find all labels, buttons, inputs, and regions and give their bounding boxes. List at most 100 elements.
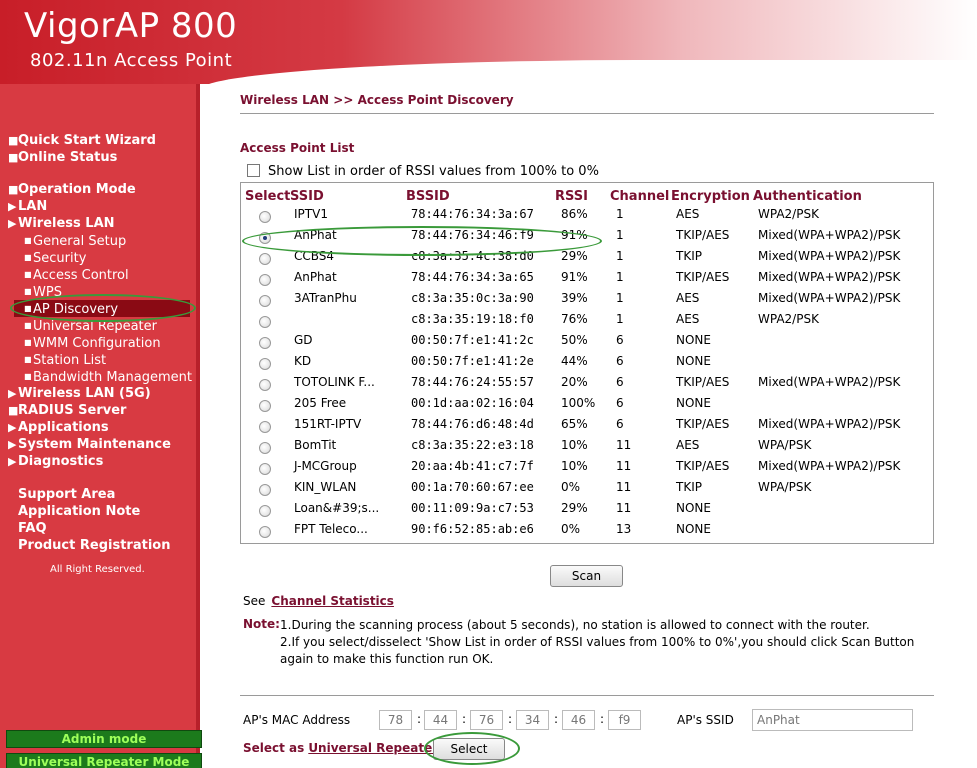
scan-button[interactable]: Scan: [550, 565, 623, 587]
table-row[interactable]: J-MCGroup 20:aa:4b:41:c7:7f 10% 11 TKIP/AES M…: [241, 459, 933, 480]
channel-statistics-link[interactable]: Channel Statistics: [271, 594, 394, 608]
ap-ssid-field[interactable]: AnPhat: [752, 709, 913, 731]
sidebar-item-applications[interactable]: ▶ Applications: [8, 419, 198, 436]
sidebar-item-online-status[interactable]: ■Online Status: [8, 149, 198, 166]
sidebar-item-label: Online Status: [18, 150, 118, 165]
sidebar-item-radius-server[interactable]: ■RADIUS Server: [8, 402, 198, 419]
encryption-cell: TKIP/AES: [676, 228, 730, 242]
ssid-cell: 151RT-IPTV: [294, 417, 362, 431]
bullet-icon: ■: [24, 287, 32, 296]
mac-octet-3[interactable]: 76: [470, 710, 503, 730]
sidebar-item-lan[interactable]: ▶ LAN: [8, 198, 198, 215]
header-swoosh: [200, 60, 977, 84]
channel-cell: 11: [616, 501, 632, 515]
rssi-cell: 0%: [561, 522, 581, 536]
select-radio[interactable]: [259, 274, 271, 286]
mac-octet-1[interactable]: 78: [379, 710, 412, 730]
encryption-cell: TKIP: [676, 249, 702, 263]
rssi-cell: 50%: [561, 333, 588, 347]
ssid-cell: IPTV1: [294, 207, 328, 221]
select-radio[interactable]: [259, 232, 271, 244]
table-row[interactable]: CCBS4 c8:3a:35:4c:38:d0 29% 1 TKIP Mixed(WPA+…: [241, 249, 933, 270]
encryption-cell: TKIP/AES: [676, 417, 730, 431]
application-note-link[interactable]: Application Note: [18, 503, 170, 520]
bullet-icon: ■: [24, 270, 32, 279]
bssid-cell: 78:44:76:34:46:f9: [411, 228, 534, 242]
universal-repeater-link[interactable]: Universal Repeater: [308, 741, 438, 755]
select-radio[interactable]: [259, 400, 271, 412]
table-row[interactable]: GD 00:50:7f:e1:41:2c 50% 6 NONE: [241, 333, 933, 354]
channel-cell: 11: [616, 459, 632, 473]
breadcrumb-divider: [240, 113, 934, 114]
sidebar-subitem-label: Bandwidth Management: [33, 370, 192, 385]
bullet-icon: ■: [24, 304, 32, 313]
ssid-cell: 3ATranPhu: [294, 291, 357, 305]
nav-group-2: ■Operation Mode ▶ LAN ▶ Wireless LAN ■Gene…: [8, 181, 198, 470]
channel-cell: 6: [616, 417, 624, 431]
sidebar-item-system-maintenance[interactable]: ▶ System Maintenance: [8, 436, 198, 453]
mac-octet-6[interactable]: f9: [608, 710, 641, 730]
note-line-1: 1.During the scanning process (about 5 s…: [280, 618, 870, 632]
select-radio[interactable]: [259, 358, 271, 370]
table-row[interactable]: IPTV1 78:44:76:34:3a:67 86% 1 AES WPA2/PSK: [241, 207, 933, 228]
sidebar-subitem-security[interactable]: ■Security: [8, 249, 198, 266]
select-radio[interactable]: [259, 379, 271, 391]
table-row[interactable]: KIN_WLAN 00:1a:70:60:67:ee 0% 11 TKIP WPA/PSK: [241, 480, 933, 501]
mac-octet-2[interactable]: 44: [424, 710, 457, 730]
select-radio[interactable]: [259, 421, 271, 433]
table-row[interactable]: FPT Teleco... 90:f6:52:85:ab:e6 0% 13 NONE: [241, 522, 933, 543]
ssid-cell: KD: [294, 354, 312, 368]
mac-octet-5[interactable]: 46: [562, 710, 595, 730]
authentication-cell: Mixed(WPA+WPA2)/PSK: [758, 459, 901, 473]
table-row[interactable]: KD 00:50:7f:e1:41:2e 44% 6 NONE: [241, 354, 933, 375]
select-radio[interactable]: [259, 505, 271, 517]
checkbox-icon[interactable]: [247, 164, 260, 177]
sidebar-item-label: Quick Start Wizard: [18, 133, 156, 148]
select-radio[interactable]: [259, 316, 271, 328]
sidebar-subitem-universal-repeater[interactable]: ■Universal Repeater: [8, 317, 198, 334]
product-registration-link[interactable]: Product Registration: [18, 537, 170, 554]
sidebar-item-wireless-lan[interactable]: ▶ Wireless LAN: [8, 215, 198, 232]
encryption-cell: AES: [676, 312, 700, 326]
bssid-cell: c8:3a:35:22:e3:18: [411, 438, 534, 452]
select-radio[interactable]: [259, 463, 271, 475]
rssi-order-checkbox[interactable]: Show List in order of RSSI values from 1…: [247, 164, 599, 179]
select-radio[interactable]: [259, 442, 271, 454]
select-radio[interactable]: [259, 295, 271, 307]
table-row[interactable]: 3ATranPhu c8:3a:35:0c:3a:90 39% 1 AES Mixed(W…: [241, 291, 933, 312]
sidebar-item-wireless-lan-5g[interactable]: ▶ Wireless LAN (5G): [8, 385, 198, 402]
table-row[interactable]: TOTOLINK F... 78:44:76:24:55:57 20% 6 TKIP/A…: [241, 375, 933, 396]
encryption-cell: NONE: [676, 333, 711, 347]
table-row[interactable]: BomTit c8:3a:35:22:e3:18 10% 11 AES WPA/PSK: [241, 438, 933, 459]
sidebar-subitem-general-setup[interactable]: ■General Setup: [8, 232, 198, 249]
sidebar-item-diagnostics[interactable]: ▶ Diagnostics: [8, 453, 198, 470]
sidebar-subitem-wmm-configuration[interactable]: ■WMM Configuration: [8, 334, 198, 351]
rssi-cell: 65%: [561, 417, 588, 431]
sidebar-subitem-ap-discovery[interactable]: ■AP Discovery: [14, 300, 190, 317]
sidebar-item-operation-mode[interactable]: ■Operation Mode: [8, 181, 198, 198]
sidebar-item-quick-start-wizard[interactable]: ■Quick Start Wizard: [8, 132, 198, 149]
table-row[interactable]: Loan&#39;s... 00:11:09:9a:c7:53 29% 11 NONE: [241, 501, 933, 522]
sidebar-subitem-station-list[interactable]: ■Station List: [8, 351, 198, 368]
sidebar-subitem-bandwidth-management[interactable]: ■Bandwidth Management: [8, 368, 198, 385]
bssid-cell: 00:1a:70:60:67:ee: [411, 480, 534, 494]
mac-octet-4[interactable]: 34: [516, 710, 549, 730]
select-radio[interactable]: [259, 253, 271, 265]
select-as-prefix: Select as: [243, 741, 305, 755]
table-row[interactable]: c8:3a:35:19:18:f0 76% 1 AES WPA2/PSK: [241, 312, 933, 333]
mac-separator: :: [417, 712, 422, 726]
table-row[interactable]: 151RT-IPTV 78:44:76:d6:48:4d 65% 6 TKIP/AES M…: [241, 417, 933, 438]
select-radio[interactable]: [259, 211, 271, 223]
select-radio[interactable]: [259, 526, 271, 538]
select-radio[interactable]: [259, 484, 271, 496]
arrow-right-icon: ▶: [8, 455, 17, 468]
table-row[interactable]: 205 Free 00:1d:aa:02:16:04 100% 6 NONE: [241, 396, 933, 417]
select-radio[interactable]: [259, 337, 271, 349]
bssid-cell: 00:1d:aa:02:16:04: [411, 396, 534, 410]
faq-link[interactable]: FAQ: [18, 520, 170, 537]
table-row[interactable]: AnPhat 78:44:76:34:46:f9 91% 1 TKIP/AES Mixed…: [241, 228, 933, 249]
table-row[interactable]: AnPhat 78:44:76:34:3a:65 91% 1 TKIP/AES Mixed…: [241, 270, 933, 291]
sidebar-subitem-wps[interactable]: ■WPS: [8, 283, 198, 300]
select-button[interactable]: Select: [433, 738, 505, 760]
sidebar-subitem-access-control[interactable]: ■Access Control: [8, 266, 198, 283]
